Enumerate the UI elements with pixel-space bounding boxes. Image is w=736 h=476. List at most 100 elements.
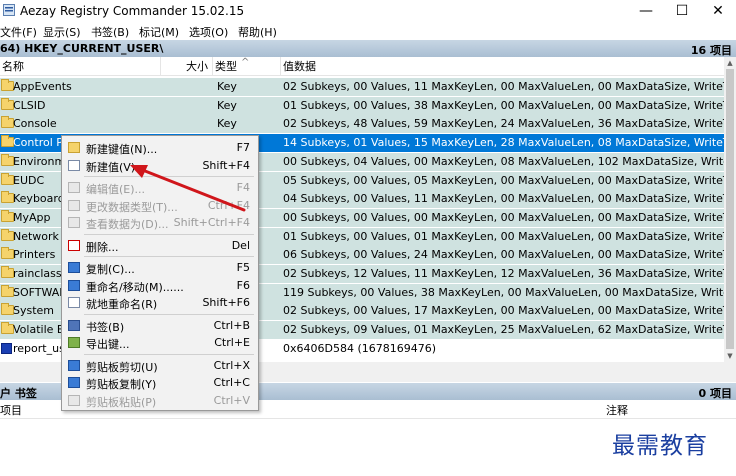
context-menu-item[interactable]: 删除... Del bbox=[64, 237, 256, 255]
scroll-down-icon[interactable]: ▼ bbox=[726, 351, 734, 361]
menu-item-label: 删除... bbox=[86, 240, 119, 254]
title-bar: Aezay Registry Commander 15.02.15 — ☐ ✕ bbox=[0, 0, 736, 22]
doc-dis-icon bbox=[68, 394, 80, 406]
menu-item-shortcut: Ctrl+C bbox=[213, 376, 250, 389]
item-data: 02 Subkeys, 00 Values, 17 MaxKeyLen, 00 … bbox=[283, 304, 724, 317]
menu-item-label: 编辑值(E)... bbox=[86, 183, 146, 196]
menu-bar: 文件(F) 显示(S) 书签(B) 标记(M) 选项(O) 帮助(H) bbox=[0, 22, 736, 40]
menu-help[interactable]: 帮助(H) bbox=[238, 24, 277, 40]
vertical-scrollbar[interactable]: ▲ ▼ bbox=[724, 57, 736, 362]
menu-item-shortcut: Ctrl+E bbox=[214, 336, 250, 349]
context-menu: 新建键值(N)... F7 新建值(V) Shift+F4 编辑值(E)... F4 更改数… bbox=[61, 135, 259, 411]
item-name: Console bbox=[13, 117, 57, 130]
value-icon bbox=[1, 343, 12, 354]
item-type: Key bbox=[217, 80, 237, 93]
menu-mark[interactable]: 标记(M) bbox=[139, 24, 179, 40]
minimize-button[interactable]: — bbox=[628, 0, 664, 22]
scroll-thumb[interactable] bbox=[726, 69, 734, 349]
column-note[interactable]: 注释 bbox=[606, 402, 628, 418]
close-icon: ✕ bbox=[712, 3, 724, 19]
window-title: Aezay Registry Commander 15.02.15 bbox=[20, 4, 245, 18]
context-menu-item[interactable]: 书签(B) Ctrl+B bbox=[64, 317, 256, 335]
maximize-icon: ☐ bbox=[675, 3, 689, 19]
bookmarks-label: 户 书签 bbox=[0, 387, 37, 400]
current-path: 64) HKEY_CURRENT_USER\ bbox=[0, 42, 164, 55]
context-menu-item[interactable]: 就地重命名(R) Shift+F6 bbox=[64, 294, 256, 312]
context-menu-item: 编辑值(E)... F4 bbox=[64, 179, 256, 197]
menu-separator bbox=[84, 256, 254, 257]
menu-item-shortcut: Ctrl+F4 bbox=[207, 198, 250, 212]
close-button[interactable]: ✕ bbox=[700, 0, 736, 22]
item-data: 02 Subkeys, 48 Values, 59 MaxKeyLen, 24 … bbox=[283, 117, 724, 130]
column-item[interactable]: 项目 bbox=[0, 402, 22, 418]
column-data[interactable]: 值数据 bbox=[281, 57, 724, 76]
menu-item-label: 书签(B) bbox=[86, 320, 125, 334]
minimize-icon: — bbox=[639, 3, 653, 19]
menu-item-shortcut: Shift+F6 bbox=[202, 296, 250, 309]
column-name[interactable]: 名称 bbox=[0, 57, 161, 76]
item-name: CLSID bbox=[13, 99, 46, 112]
del-icon bbox=[68, 239, 80, 251]
menu-item-shortcut: Del bbox=[231, 238, 250, 252]
doc-icon bbox=[68, 297, 80, 308]
maximize-button[interactable]: ☐ bbox=[664, 0, 700, 22]
menu-item-shortcut: Shift+Ctrl+F4 bbox=[173, 216, 250, 229]
item-data: 00 Subkeys, 00 Values, 00 MaxKeyLen, 00 … bbox=[283, 211, 724, 224]
list-item[interactable]: AppEvents Key 02 Subkeys, 00 Values, 11 Ma… bbox=[0, 78, 724, 96]
path-bar: 64) HKEY_CURRENT_USER\ 16 项目 bbox=[0, 40, 736, 57]
menu-options[interactable]: 选项(O) bbox=[189, 24, 228, 40]
item-type: Key bbox=[217, 99, 237, 112]
menu-file[interactable]: 文件(F) bbox=[0, 24, 37, 40]
menu-item-label: 剪贴板粘贴(P) bbox=[86, 395, 157, 409]
item-data: 06 Subkeys, 00 Values, 24 MaxKeyLen, 00 … bbox=[283, 248, 724, 261]
item-name: AppEvents bbox=[13, 80, 72, 93]
blue-icon bbox=[68, 279, 80, 291]
menu-item-label: 新建键值(N)... bbox=[86, 143, 158, 156]
context-menu-item[interactable]: 重命名/移动(M)...... F6 bbox=[64, 277, 256, 295]
folder-icon bbox=[68, 142, 80, 153]
context-menu-item[interactable]: 剪贴板复制(Y) Ctrl+C bbox=[64, 374, 256, 392]
menu-item-shortcut: F7 bbox=[236, 141, 250, 154]
scroll-up-icon[interactable]: ▲ bbox=[726, 58, 734, 68]
doc-dis-icon bbox=[68, 199, 80, 211]
blue-icon bbox=[68, 377, 80, 388]
blue-icon bbox=[68, 262, 80, 273]
item-count: 16 项目 bbox=[690, 44, 732, 57]
context-menu-item[interactable]: 导出键... Ctrl+E bbox=[64, 334, 256, 352]
list-item[interactable]: CLSID Key 01 Subkeys, 00 Values, 38 MaxKey… bbox=[0, 97, 724, 115]
menu-item-shortcut: F4 bbox=[236, 181, 250, 194]
item-data: 00 Subkeys, 04 Values, 00 MaxKeyLen, 08 … bbox=[283, 155, 724, 168]
doc-dis-icon bbox=[68, 217, 80, 228]
context-menu-item[interactable]: 新建值(V) Shift+F4 bbox=[64, 157, 256, 175]
context-menu-item: 查看数据为(D)... Shift+Ctrl+F4 bbox=[64, 214, 256, 232]
context-menu-item[interactable]: 新建键值(N)... F7 bbox=[64, 139, 256, 157]
menu-view[interactable]: 显示(S) bbox=[43, 24, 81, 40]
doc-icon bbox=[68, 159, 80, 171]
item-data: 01 Subkeys, 00 Values, 38 MaxKeyLen, 00 … bbox=[283, 99, 724, 112]
item-data: 04 Subkeys, 00 Values, 11 MaxKeyLen, 00 … bbox=[283, 192, 724, 205]
menu-item-shortcut: Ctrl+B bbox=[213, 318, 250, 332]
item-data: 14 Subkeys, 01 Values, 15 MaxKeyLen, 28 … bbox=[283, 136, 724, 149]
menu-item-shortcut: Shift+F4 bbox=[202, 158, 250, 172]
column-type[interactable]: 类型 ^ bbox=[213, 57, 281, 76]
context-menu-item: 更改数据类型(T)... Ctrl+F4 bbox=[64, 197, 256, 215]
column-size[interactable]: 大小 bbox=[161, 57, 213, 76]
item-data: 02 Subkeys, 00 Values, 11 MaxKeyLen, 00 … bbox=[283, 80, 724, 93]
menu-separator bbox=[84, 176, 254, 177]
menu-item-label: 新建值(V) bbox=[86, 160, 136, 174]
menu-separator bbox=[84, 313, 254, 315]
item-data: 0x6406D584 (1678169476) bbox=[283, 342, 437, 355]
book-icon bbox=[68, 319, 80, 331]
list-item[interactable]: Console Key 02 Subkeys, 48 Values, 59 MaxK… bbox=[0, 115, 724, 133]
context-menu-item[interactable]: 复制(C)... F5 bbox=[64, 259, 256, 277]
context-menu-item[interactable]: 剪贴板剪切(U) Ctrl+X bbox=[64, 357, 256, 375]
bookmarks-count: 0 项目 bbox=[698, 387, 732, 400]
menu-item-label: 查看数据为(D)... bbox=[86, 218, 169, 231]
menu-item-label: 复制(C)... bbox=[86, 263, 135, 276]
menu-bookmarks[interactable]: 书签(B) bbox=[91, 24, 129, 40]
menu-item-label: 重命名/移动(M)...... bbox=[86, 280, 184, 294]
app-icon bbox=[3, 4, 15, 16]
menu-item-label: 就地重命名(R) bbox=[86, 298, 158, 311]
menu-separator bbox=[84, 233, 254, 235]
sort-ascending-icon: ^ bbox=[241, 57, 250, 68]
